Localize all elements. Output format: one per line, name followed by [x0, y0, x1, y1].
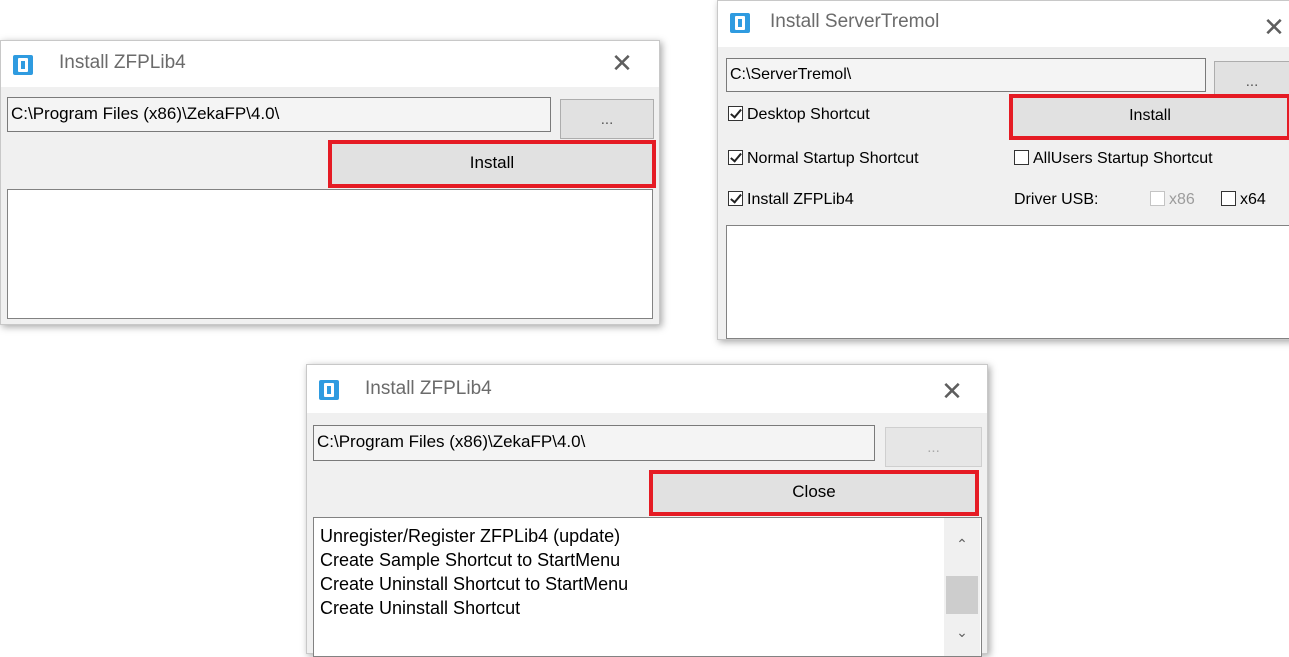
title-bar[interactable]: Install ZFPLib4 ✕	[1, 41, 659, 87]
checkbox-checked-icon[interactable]	[728, 150, 743, 165]
log-line: Create Uninstall Shortcut to StartMenu	[320, 574, 629, 594]
log-list	[7, 189, 653, 319]
browse-button: ...	[885, 427, 982, 467]
install-button[interactable]: Install	[328, 140, 656, 188]
install-path-input[interactable]: C:\ServerTremol\	[726, 58, 1206, 92]
log-list: Unregister/Register ZFPLib4 (update) Cre…	[313, 517, 982, 657]
scroll-up-arrow-icon[interactable]: ⌃	[944, 536, 980, 553]
checkbox-disabled-icon	[1150, 191, 1165, 206]
checkbox-unchecked-icon[interactable]	[1014, 150, 1029, 165]
app-icon	[13, 55, 33, 75]
window-title: Install ZFPLib4	[365, 378, 492, 399]
log-list	[726, 225, 1289, 339]
driver-x64-checkbox[interactable]: x64	[1221, 191, 1266, 209]
install-zfplib4-checkbox[interactable]: Install ZFPLib4	[728, 191, 854, 209]
install-zfplib4-window: Install ZFPLib4 ✕ C:\Program Files (x86)…	[0, 40, 660, 325]
title-bar[interactable]: Install ZFPLib4 ✕	[307, 365, 987, 413]
allusers-startup-shortcut-checkbox[interactable]: AllUsers Startup Shortcut	[1014, 150, 1213, 168]
scrollbar-thumb[interactable]	[946, 576, 978, 614]
install-path-input[interactable]: C:\Program Files (x86)\ZekaFP\4.0\	[313, 425, 875, 461]
title-bar[interactable]: Install ServerTremol ✕	[718, 1, 1289, 47]
app-icon	[319, 380, 339, 400]
browse-button[interactable]: ...	[560, 99, 654, 139]
checkbox-unchecked-icon[interactable]	[1221, 191, 1236, 206]
close-icon[interactable]: ✕	[1263, 14, 1285, 40]
desktop-shortcut-checkbox[interactable]: Desktop Shortcut	[728, 106, 870, 124]
checkbox-checked-icon[interactable]	[728, 106, 743, 121]
install-servertremol-window: Install ServerTremol ✕ C:\ServerTremol\ …	[717, 0, 1289, 340]
install-button[interactable]: Install	[1009, 94, 1289, 140]
window-title: Install ServerTremol	[770, 11, 940, 32]
driver-x86-checkbox: x86	[1150, 191, 1195, 209]
vertical-scrollbar[interactable]: ⌃ ⌄	[944, 518, 980, 656]
install-path-input[interactable]: C:\Program Files (x86)\ZekaFP\4.0\	[7, 97, 551, 132]
app-icon	[730, 13, 750, 33]
close-icon[interactable]: ✕	[941, 378, 963, 404]
log-line: Create Uninstall Shortcut	[320, 598, 521, 618]
checkbox-checked-icon[interactable]	[728, 191, 743, 206]
driver-usb-label: Driver USB:	[1014, 191, 1099, 208]
install-zfplib4-progress-window: Install ZFPLib4 ✕ C:\Program Files (x86)…	[306, 364, 988, 657]
log-line: Create Sample Shortcut to StartMenu	[320, 550, 621, 570]
close-button[interactable]: Close	[649, 470, 979, 516]
browse-button[interactable]: ...	[1214, 61, 1289, 99]
scroll-down-arrow-icon[interactable]: ⌄	[944, 624, 980, 641]
window-title: Install ZFPLib4	[59, 52, 186, 73]
close-icon[interactable]: ✕	[611, 50, 633, 76]
normal-startup-shortcut-checkbox[interactable]: Normal Startup Shortcut	[728, 150, 919, 168]
log-line: Unregister/Register ZFPLib4 (update)	[320, 526, 621, 546]
